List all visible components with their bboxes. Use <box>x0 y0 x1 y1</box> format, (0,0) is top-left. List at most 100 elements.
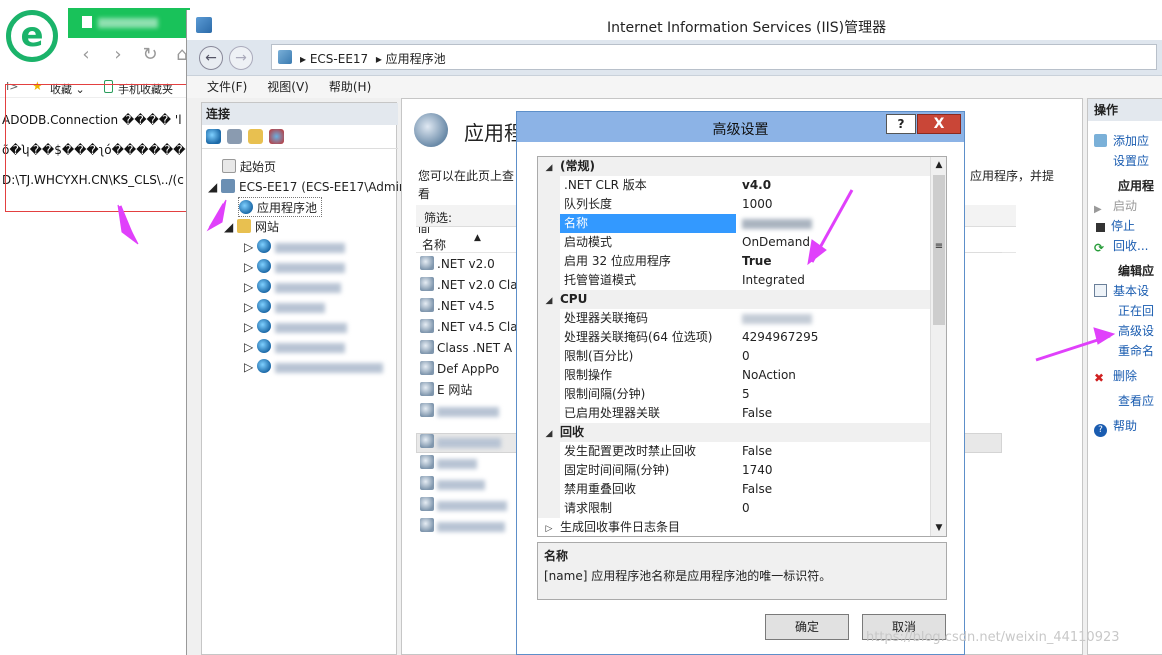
save-icon[interactable] <box>227 129 242 144</box>
watermark: https://blog.csdn.net/weixin_44110923 <box>866 630 1120 645</box>
menu-file[interactable]: 文件(F) <box>207 76 247 98</box>
scroll-down-icon[interactable]: ▼ <box>931 520 946 536</box>
page-icon <box>222 159 236 173</box>
action-start[interactable]: ▶ 启动 <box>1094 196 1137 216</box>
app-pool-icon <box>420 340 434 354</box>
list-item[interactable] <box>420 432 501 453</box>
prop-disallow-rotation[interactable]: 发生配置更改时禁止回收 False <box>538 442 930 461</box>
action-group-app-pool: 应用程 <box>1118 179 1155 193</box>
list-item[interactable]: Class .NET A <box>420 338 512 359</box>
refresh-icon[interactable]: ↻ <box>134 44 166 65</box>
forward-arrow-icon[interactable]: → <box>229 46 253 70</box>
prop-queue-length[interactable]: 队列长度 1000 <box>538 195 930 214</box>
list-item[interactable] <box>420 516 505 537</box>
menu-help[interactable]: 帮助(H) <box>329 76 371 98</box>
up-folder-icon[interactable] <box>248 129 263 144</box>
app-pool-icon <box>420 455 434 469</box>
app-pool-icon <box>420 277 434 291</box>
list-item[interactable]: .NET v4.5 Clas <box>420 317 524 338</box>
folder-icon <box>237 219 252 233</box>
vertical-scrollbar[interactable]: ▲ ≡ ▼ <box>930 157 946 536</box>
delete-x-icon: ✖ <box>1094 371 1105 385</box>
action-recycling[interactable]: 正在回 <box>1118 301 1154 321</box>
back-arrow-icon[interactable]: ‹ <box>70 44 102 65</box>
forward-arrow-icon[interactable]: › <box>102 44 134 65</box>
app-pool-icon <box>420 518 434 532</box>
prop-start-mode[interactable]: 启动模式 OnDemand <box>538 233 930 252</box>
app-pools-icon <box>414 113 448 147</box>
breadcrumb[interactable]: ▸ ECS-EE17 ▸ 应用程序池 <box>271 44 1157 70</box>
tree-server[interactable]: ◢ ECS-EE17 (ECS-EE17\Admir <box>208 177 404 197</box>
list-item[interactable] <box>420 495 507 516</box>
prop-enable-32bit[interactable]: 启用 32 位应用程序 True <box>538 252 930 271</box>
prop-clr-version[interactable]: .NET CLR 版本 v4.0 <box>538 176 930 195</box>
tree-app-pools[interactable]: 应用程序池 <box>238 197 323 217</box>
list-item[interactable] <box>420 453 477 474</box>
prop-disable-overlap[interactable]: 禁用重叠回收 False <box>538 480 930 499</box>
tree-site[interactable]: ▷ <box>244 317 348 337</box>
tree-sites[interactable]: ◢ 网站 <box>224 217 279 237</box>
list-item[interactable]: Def AppPo <box>420 359 499 380</box>
list-item[interactable]: E 网站 <box>420 380 472 401</box>
dialog-close-button[interactable]: X <box>917 114 961 134</box>
action-rename[interactable]: 重命名 <box>1118 341 1154 361</box>
browser-nav: ‹ › ↻ ⌂ <box>70 44 200 72</box>
breadcrumb-item[interactable]: 应用程序池 <box>386 52 446 66</box>
list-item[interactable]: .NET v4.5 <box>420 296 495 317</box>
menu-bar: 文件(F) 视图(V) 帮助(H) <box>187 76 1162 98</box>
globe-icon <box>257 299 272 313</box>
prop-affinity-mask-64[interactable]: 处理器关联掩码(64 位选项) 4294967295 <box>538 328 930 347</box>
prop-pipeline-mode[interactable]: 托管管道模式 Integrated <box>538 271 930 290</box>
tree-site[interactable]: ▷ <box>244 237 346 257</box>
dialog-help-button[interactable]: ? <box>886 114 916 134</box>
prop-affinity-enabled[interactable]: 已启用处理器关联 False <box>538 404 930 423</box>
prop-request-limit[interactable]: 请求限制 0 <box>538 499 930 518</box>
column-name[interactable]: 名称 <box>422 236 446 253</box>
connect-icon[interactable] <box>206 129 221 144</box>
dialog-titlebar: 高级设置 ? X <box>517 112 964 142</box>
iis-titlebar: Internet Information Services (IIS)管理器 <box>187 10 1162 40</box>
prop-regular-interval[interactable]: 固定时间间隔(分钟) 1740 <box>538 461 930 480</box>
list-item[interactable] <box>420 474 485 495</box>
app-pool-icon <box>420 256 434 270</box>
action-add-app-pool[interactable]: 添加应 <box>1094 131 1149 151</box>
category-general[interactable]: ◢ (常规) <box>538 157 930 176</box>
action-group-edit: 编辑应 <box>1118 264 1155 278</box>
tree-start-page[interactable]: 起始页 <box>222 157 276 177</box>
list-item[interactable]: .NET v2.0 Clas <box>420 275 524 296</box>
list-item[interactable] <box>420 401 499 422</box>
prop-limit-action[interactable]: 限制操作 NoAction <box>538 366 930 385</box>
disconnect-icon[interactable] <box>269 129 284 144</box>
prop-name[interactable]: 名称 <box>538 214 930 233</box>
tree-site[interactable]: ▷ <box>244 257 346 277</box>
prop-affinity-mask[interactable]: 处理器关联掩码 <box>538 309 930 328</box>
action-advanced-settings[interactable]: 高级设 <box>1118 321 1154 341</box>
prop-limit-percent[interactable]: 限制(百分比) 0 <box>538 347 930 366</box>
category-cpu[interactable]: ◢ CPU <box>538 290 930 309</box>
tree-site[interactable]: ▷ <box>244 277 342 297</box>
scroll-up-icon[interactable]: ▲ <box>931 157 946 173</box>
back-arrow-icon[interactable]: ← <box>199 46 223 70</box>
prop-log-events[interactable]: ▷ 生成回收事件日志条目 <box>538 518 930 536</box>
breadcrumb-item[interactable]: ECS-EE17 <box>310 52 368 66</box>
prop-limit-interval[interactable]: 限制间隔(分钟) 5 <box>538 385 930 404</box>
action-recycle[interactable]: ⟳ 回收... <box>1094 236 1148 256</box>
description-title: 名称 <box>544 549 569 563</box>
app-pool-icon <box>420 476 434 490</box>
ok-button[interactable]: 确定 <box>765 614 849 640</box>
page-title: 应用程 <box>464 121 524 145</box>
category-recycling[interactable]: ◢ 回收 <box>538 423 930 442</box>
action-basic-settings[interactable]: 基本设 <box>1094 281 1149 301</box>
tree-site[interactable]: ▷ <box>244 297 326 317</box>
menu-view[interactable]: 视图(V) <box>267 76 309 98</box>
list-item[interactable]: .NET v2.0 <box>420 254 495 275</box>
action-help[interactable]: ? 帮助 <box>1094 416 1137 437</box>
settings-page-icon <box>1094 284 1107 297</box>
tree-site[interactable]: ▷ <box>244 357 384 377</box>
action-delete[interactable]: ✖ 删除 <box>1094 366 1137 386</box>
connections-header: 连接 <box>202 103 398 125</box>
action-set-defaults[interactable]: 设置应 <box>1113 151 1149 171</box>
tree-site[interactable]: ▷ <box>244 337 346 357</box>
action-view-apps[interactable]: 查看应 <box>1118 391 1154 411</box>
action-stop[interactable]: 停止 <box>1094 216 1135 236</box>
